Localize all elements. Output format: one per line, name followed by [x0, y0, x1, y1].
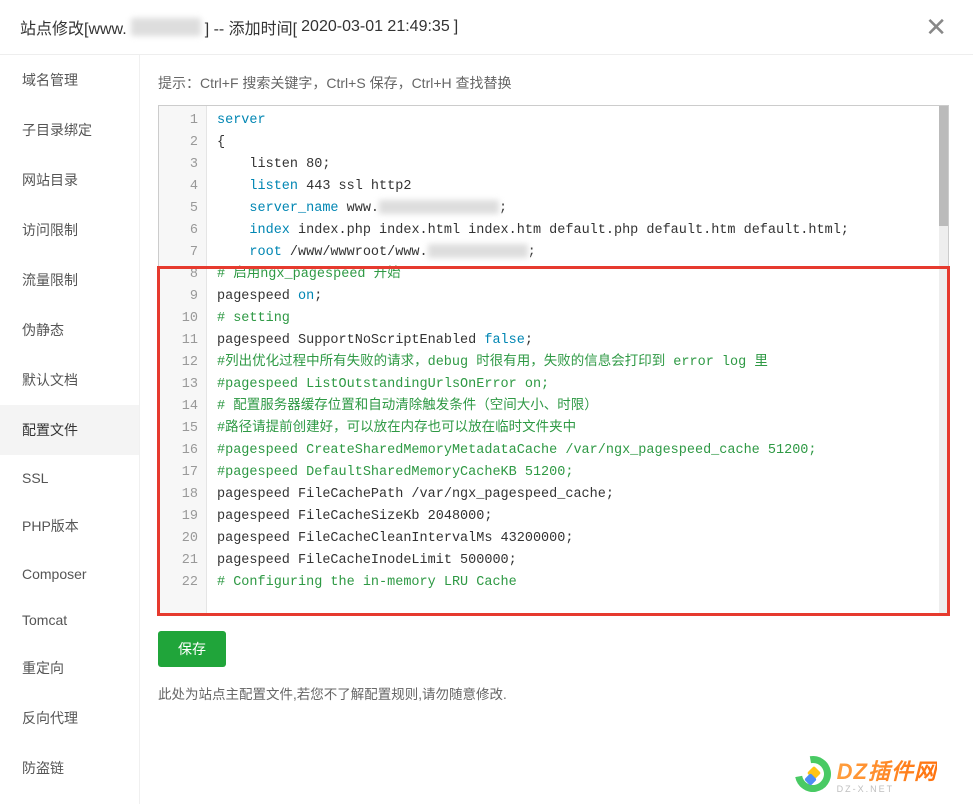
- watermark-text: DZ插件网: [837, 759, 937, 784]
- config-editor[interactable]: 12345678910111213141516171819202122 serv…: [158, 105, 949, 615]
- code-line[interactable]: root /www/wwwroot/www.;: [217, 242, 929, 264]
- sidebar-item-7[interactable]: 配置文件: [0, 405, 139, 455]
- code-line[interactable]: # Configuring the in-memory LRU Cache: [217, 572, 929, 594]
- line-number: 5: [163, 198, 198, 220]
- sidebar-item-0[interactable]: 域名管理: [0, 55, 139, 105]
- modal-header: 站点修改[www.xxxx] -- 添加时间[2020-03-01 21:49:…: [0, 0, 973, 55]
- code-line[interactable]: # setting: [217, 308, 929, 330]
- close-icon[interactable]: ✕: [919, 14, 953, 40]
- redacted-domain: xxxx: [131, 18, 201, 36]
- title-timestamp: 2020-03-01 21:49:35: [301, 18, 450, 36]
- code-line[interactable]: listen 80;: [217, 154, 929, 176]
- title-close: ]: [454, 18, 458, 36]
- sidebar-item-1[interactable]: 子目录绑定: [0, 105, 139, 155]
- code-line[interactable]: index index.php index.html index.htm def…: [217, 220, 929, 242]
- line-number: 17: [163, 462, 198, 484]
- line-number: 14: [163, 396, 198, 418]
- code-line[interactable]: #路径请提前创建好，可以放在内存也可以放在临时文件夹中: [217, 418, 929, 440]
- sidebar-item-2[interactable]: 网站目录: [0, 155, 139, 205]
- redacted-text: [428, 244, 528, 258]
- code-line[interactable]: #pagespeed ListOutstandingUrlsOnError on…: [217, 374, 929, 396]
- code-line[interactable]: #pagespeed DefaultSharedMemoryCacheKB 51…: [217, 462, 929, 484]
- line-number: 11: [163, 330, 198, 352]
- line-number: 21: [163, 550, 198, 572]
- title-suffix: ] -- 添加时间[: [205, 15, 297, 39]
- line-number: 18: [163, 484, 198, 506]
- code-area[interactable]: server{ listen 80; listen 443 ssl http2 …: [207, 106, 939, 614]
- footnote: 此处为站点主配置文件,若您不了解配置规则,请勿随意修改.: [158, 683, 949, 703]
- code-line[interactable]: listen 443 ssl http2: [217, 176, 929, 198]
- line-gutter: 12345678910111213141516171819202122: [159, 106, 207, 614]
- editor-scrollbar[interactable]: [939, 106, 948, 614]
- line-number: 9: [163, 286, 198, 308]
- code-line[interactable]: pagespeed FileCacheInodeLimit 500000;: [217, 550, 929, 572]
- line-number: 12: [163, 352, 198, 374]
- modal-title: 站点修改[www.xxxx] -- 添加时间[2020-03-01 21:49:…: [20, 15, 458, 39]
- main-panel: 提示：Ctrl+F 搜索关键字，Ctrl+S 保存，Ctrl+H 查找替换 12…: [140, 55, 973, 804]
- line-number: 7: [163, 242, 198, 264]
- code-line[interactable]: pagespeed FileCachePath /var/ngx_pagespe…: [217, 484, 929, 506]
- code-line[interactable]: server_name www.;: [217, 198, 929, 220]
- code-line[interactable]: server: [217, 110, 929, 132]
- sidebar-item-13[interactable]: 反向代理: [0, 693, 139, 743]
- watermark: DZ插件网 DZ-X.NET: [795, 754, 937, 794]
- scrollbar-thumb[interactable]: [939, 106, 948, 226]
- code-line[interactable]: pagespeed SupportNoScriptEnabled false;: [217, 330, 929, 352]
- line-number: 8: [163, 264, 198, 286]
- line-number: 3: [163, 154, 198, 176]
- sidebar-item-5[interactable]: 伪静态: [0, 305, 139, 355]
- sidebar-item-12[interactable]: 重定向: [0, 643, 139, 693]
- code-line[interactable]: #列出优化过程中所有失败的请求，debug 时很有用，失败的信息会打印到 err…: [217, 352, 929, 374]
- sidebar-item-6[interactable]: 默认文档: [0, 355, 139, 405]
- line-number: 13: [163, 374, 198, 396]
- line-number: 22: [163, 572, 198, 594]
- line-number: 20: [163, 528, 198, 550]
- code-line[interactable]: pagespeed FileCacheSizeKb 2048000;: [217, 506, 929, 528]
- code-line[interactable]: pagespeed on;: [217, 286, 929, 308]
- sidebar-item-14[interactable]: 防盗链: [0, 743, 139, 793]
- hint-text: 提示：Ctrl+F 搜索关键字，Ctrl+S 保存，Ctrl+H 查找替换: [158, 73, 949, 93]
- watermark-sub: DZ-X.NET: [837, 784, 937, 794]
- redacted-text: [379, 200, 499, 214]
- sidebar: 域名管理子目录绑定网站目录访问限制流量限制伪静态默认文档配置文件SSLPHP版本…: [0, 55, 140, 804]
- save-button[interactable]: 保存: [158, 631, 226, 667]
- sidebar-item-4[interactable]: 流量限制: [0, 255, 139, 305]
- title-prefix: 站点修改[www.: [20, 15, 127, 39]
- sidebar-item-10[interactable]: Composer: [0, 551, 139, 597]
- line-number: 19: [163, 506, 198, 528]
- code-line[interactable]: pagespeed FileCacheCleanIntervalMs 43200…: [217, 528, 929, 550]
- code-line[interactable]: # 配置服务器缓存位置和自动清除触发条件（空间大小、时限）: [217, 396, 929, 418]
- sidebar-item-3[interactable]: 访问限制: [0, 205, 139, 255]
- sidebar-item-8[interactable]: SSL: [0, 455, 139, 501]
- line-number: 6: [163, 220, 198, 242]
- sidebar-item-11[interactable]: Tomcat: [0, 597, 139, 643]
- line-number: 16: [163, 440, 198, 462]
- code-line[interactable]: #pagespeed CreateSharedMemoryMetadataCac…: [217, 440, 929, 462]
- watermark-logo-icon: [795, 756, 831, 792]
- line-number: 4: [163, 176, 198, 198]
- line-number: 10: [163, 308, 198, 330]
- sidebar-item-9[interactable]: PHP版本: [0, 501, 139, 551]
- code-line[interactable]: {: [217, 132, 929, 154]
- line-number: 15: [163, 418, 198, 440]
- button-row: 保存: [158, 631, 949, 667]
- line-number: 1: [163, 110, 198, 132]
- code-line[interactable]: # 启用ngx_pagespeed 开始: [217, 264, 929, 286]
- line-number: 2: [163, 132, 198, 154]
